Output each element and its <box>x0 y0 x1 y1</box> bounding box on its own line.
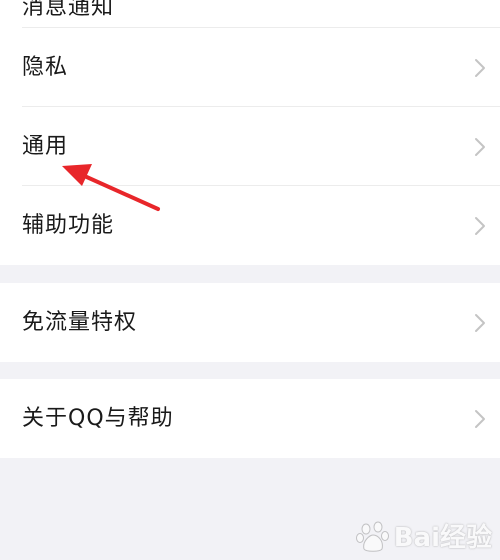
settings-group-primary: 消息通知 隐私 通用 辅助功能 <box>0 0 500 265</box>
settings-item-free-data[interactable]: 免流量特权 <box>0 283 500 362</box>
settings-item-label: 免流量特权 <box>22 309 138 335</box>
settings-item-label: 隐私 <box>22 54 69 80</box>
cut-off-row[interactable]: 消息通知 <box>0 0 500 28</box>
settings-item-accessibility[interactable]: 辅助功能 <box>0 186 500 265</box>
settings-group-data: 免流量特权 <box>0 283 500 362</box>
settings-item-label: 辅助功能 <box>22 212 115 238</box>
chevron-right-icon <box>475 409 485 428</box>
settings-item-about-help[interactable]: 关于QQ与帮助 <box>0 379 500 458</box>
chevron-right-icon <box>475 58 485 77</box>
settings-item-privacy[interactable]: 隐私 <box>0 28 500 107</box>
settings-group-about: 关于QQ与帮助 <box>0 379 500 458</box>
chevron-right-icon <box>475 216 485 235</box>
watermark-text: Bai经验 <box>393 523 492 553</box>
paw-logo-icon <box>355 521 389 552</box>
settings-item-label: 关于QQ与帮助 <box>22 405 174 431</box>
settings-item-label: 通用 <box>22 133 69 159</box>
settings-screen: 消息通知 隐私 通用 辅助功能 免流量特权 关于QQ与帮助 Bai经验 <box>0 0 500 560</box>
chevron-right-icon <box>475 313 485 332</box>
cut-off-row-label: 消息通知 <box>22 0 115 20</box>
chevron-right-icon <box>475 137 485 156</box>
baidu-watermark: Bai经验 <box>355 517 492 554</box>
settings-item-general[interactable]: 通用 <box>0 107 500 186</box>
